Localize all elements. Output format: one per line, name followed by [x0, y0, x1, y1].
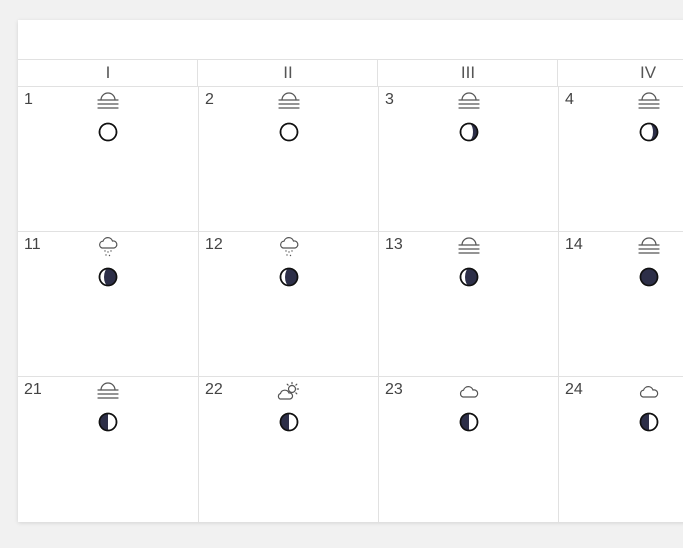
day-number: 3 [385, 91, 394, 108]
column-header: I [18, 59, 198, 87]
day-number: 4 [565, 91, 574, 108]
day-number: 1 [24, 91, 33, 108]
calendar-card: I II III IV 1 2 3 4 11 12 13 14 21 22 23… [18, 20, 683, 522]
fog-icon [96, 91, 120, 113]
day-cell[interactable]: 13 [378, 232, 558, 377]
moon-full-icon [639, 267, 659, 287]
day-number: 21 [24, 381, 42, 398]
cloud-icon [457, 381, 481, 403]
fog-icon [637, 91, 661, 113]
day-number: 13 [385, 236, 403, 253]
day-number: 11 [24, 236, 41, 253]
day-cell[interactable]: 12 [198, 232, 378, 377]
calendar-toolbar [18, 20, 683, 60]
day-cell[interactable]: 4 [558, 87, 683, 232]
moon-waxing-gibbous-icon [279, 267, 299, 287]
day-number: 14 [565, 236, 583, 253]
column-divider [377, 59, 378, 87]
day-number: 2 [205, 91, 214, 108]
day-cell[interactable]: 1 [18, 87, 198, 232]
moon-waxing-gibbous-icon [459, 267, 479, 287]
day-cell[interactable]: 2 [198, 87, 378, 232]
moon-new-icon [279, 122, 299, 142]
fog-icon [637, 236, 661, 258]
fog-icon [457, 236, 481, 258]
sleet-icon [96, 236, 120, 258]
column-divider [557, 59, 558, 87]
partly-sunny-icon [277, 381, 301, 403]
day-cell[interactable]: 23 [378, 377, 558, 522]
moon-waxing-crescent-icon [459, 122, 479, 142]
day-cell[interactable]: 3 [378, 87, 558, 232]
day-cell[interactable]: 24 [558, 377, 683, 522]
column-header: IV [558, 59, 683, 87]
cloud-icon [637, 381, 661, 403]
moon-last-quarter-icon [98, 412, 118, 432]
fog-icon [277, 91, 301, 113]
moon-last-quarter-icon [459, 412, 479, 432]
sleet-icon [277, 236, 301, 258]
day-cell[interactable]: 11 [18, 232, 198, 377]
moon-waxing-gibbous-icon [98, 267, 118, 287]
moon-new-icon [98, 122, 118, 142]
day-number: 12 [205, 236, 223, 253]
column-divider [197, 59, 198, 87]
day-number: 23 [385, 381, 403, 398]
fog-icon [457, 91, 481, 113]
day-cell[interactable]: 21 [18, 377, 198, 522]
fog-icon [96, 381, 120, 403]
moon-last-quarter-icon [639, 412, 659, 432]
moon-waxing-crescent-icon [639, 122, 659, 142]
day-cell[interactable]: 14 [558, 232, 683, 377]
moon-last-quarter-icon [279, 412, 299, 432]
day-cell[interactable]: 22 [198, 377, 378, 522]
day-number: 24 [565, 381, 583, 398]
column-header: II [198, 59, 378, 87]
day-number: 22 [205, 381, 223, 398]
column-header: III [378, 59, 558, 87]
